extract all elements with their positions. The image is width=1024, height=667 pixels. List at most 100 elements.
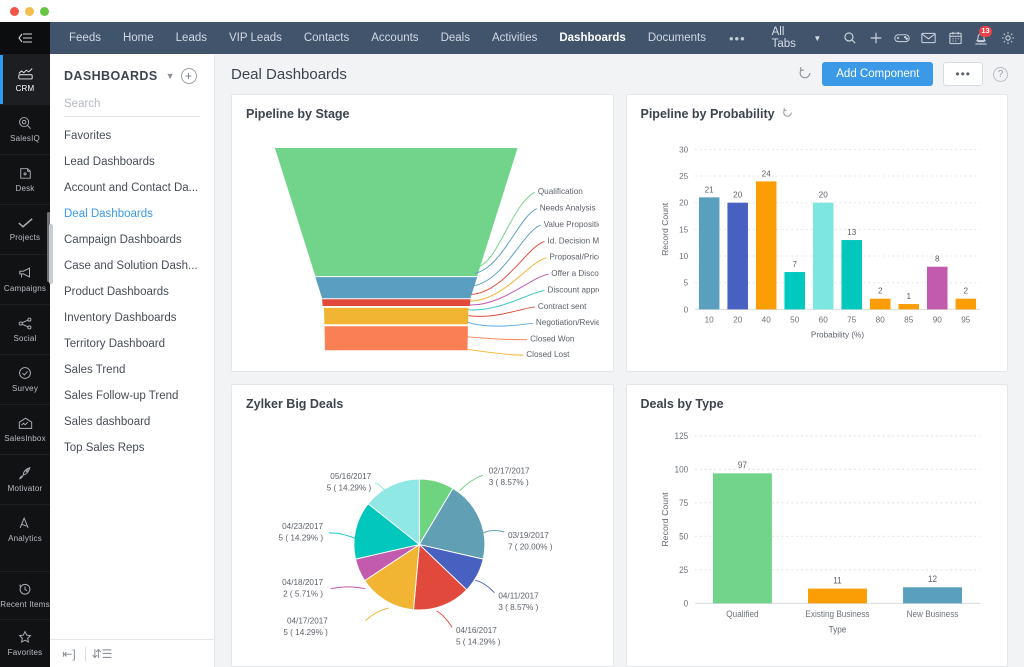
funnel-svg: Qualification Needs Analysis Value Proposi… [274,148,613,359]
bar-90[interactable] [926,266,948,310]
add-component-button[interactable]: Add Component [822,62,934,86]
survey-check-circle-icon [18,366,32,382]
sidebar-item-salesiq[interactable]: SalesIQ [0,104,50,154]
dashboard-list-scrollbar[interactable] [49,224,53,284]
gear-icon[interactable] [996,22,1020,54]
funnel-label-5: Offer a Discount [551,269,598,278]
sidebar-item-label: SalesIQ [10,134,40,143]
dashboard-item-top-sales-reps[interactable]: Top Sales Reps [50,435,214,461]
sort-list-icon[interactable]: ⇵☰ [89,647,115,661]
dashboard-item-product-dashboards[interactable]: Product Dashboards [50,279,214,305]
add-dashboard-button[interactable]: + [180,68,197,84]
search-icon[interactable] [837,22,861,54]
mail-icon[interactable] [917,22,941,54]
dashboard-item-favorites[interactable]: Favorites [50,123,214,149]
salesiq-icon [18,116,32,132]
card-title-text: Pipeline by Probability [640,107,775,121]
sidebar-item-motivator[interactable]: Motivator [0,454,50,504]
sidebar-item-analytics[interactable]: Analytics [0,504,50,554]
tab-home[interactable]: Home [112,22,165,54]
dashboard-canvas: Deal Dashboards Add Component ••• ? Pipe… [215,54,1024,667]
funnel-segment-needs-analysis[interactable] [315,277,478,299]
tab-vip-leads[interactable]: VIP Leads [218,22,293,54]
sidebar-item-favorites[interactable]: Favorites [0,619,50,667]
tab-dashboards[interactable]: Dashboards [548,22,636,54]
funnel-segment-closed-won[interactable] [324,326,468,351]
dashboard-item-sales-dashboard[interactable]: Sales dashboard [50,409,214,435]
more-options-button[interactable]: ••• [943,62,983,86]
all-tabs-dropdown[interactable]: All Tabs ▼ [758,26,836,50]
nav-more-button[interactable]: ••• [717,22,758,54]
y-tick-label: 50 [679,531,688,541]
sidebar-item-crm[interactable]: CRM [0,54,50,104]
dashboard-item-sales-trend[interactable]: Sales Trend [50,357,214,383]
y-tick-label: 25 [679,565,688,575]
card-title: Deals by Type [641,397,994,411]
sidebar-item-survey[interactable]: Survey [0,354,50,404]
window-maximize-button[interactable] [40,6,49,16]
gamepad-icon[interactable] [890,22,914,54]
sidebar-item-desk[interactable]: Desk [0,154,50,204]
dashboard-item-sales-follow-up-trend[interactable]: Sales Follow-up Trend [50,383,214,409]
sidebar-item-label: Desk [15,184,35,193]
funnel-segment-decision-makers[interactable] [322,299,471,306]
funnel-segment-qualification[interactable] [274,148,518,277]
bar-20[interactable] [726,202,748,310]
window-close-button[interactable] [10,6,19,16]
sidebar-item-campaigns[interactable]: Campaigns [0,254,50,304]
bar-qualified[interactable] [712,473,772,604]
pie-label-date: 03/19/2017 [508,531,549,540]
help-icon[interactable]: ? [993,66,1008,82]
bar-85[interactable] [897,304,919,310]
refresh-icon[interactable] [798,66,812,83]
bar-new-business[interactable] [902,587,962,604]
y-tick-label: 25 [679,171,688,181]
add-icon[interactable] [864,22,888,54]
chevron-down-icon[interactable]: ▼ [166,71,175,81]
sidebar-item-projects[interactable]: Projects [0,204,50,254]
search-input[interactable] [64,98,200,110]
bar-existing-business[interactable] [807,588,867,604]
bar-50[interactable] [783,272,805,310]
dashboard-item-inventory-dashboards[interactable]: Inventory Dashboards [50,305,214,331]
funnel-label-8: Negotiation/Review [536,318,599,327]
tab-accounts[interactable]: Accounts [360,22,429,54]
sidebar-item-label: Projects [9,233,41,242]
bar-95[interactable] [954,298,976,310]
bell-icon[interactable]: 13 [969,22,993,54]
calendar-icon[interactable] [943,22,967,54]
dashboard-item-case-and-solution-dash[interactable]: Case and Solution Dash... [50,253,214,279]
rail-collapse-button[interactable] [0,22,50,54]
funnel-label-9: Closed Won [530,335,575,344]
tab-documents[interactable]: Documents [637,22,717,54]
probability-bar-svg: 0 5 10 15 20 25 30 21 10 20 20 24 40 7 50 20 60 13 75 2 80 1 8… [660,144,980,340]
sidebar-item-label: SalesInbox [4,433,46,443]
tab-leads[interactable]: Leads [165,22,218,54]
dashboard-item-lead-dashboards[interactable]: Lead Dashboards [50,149,214,175]
bar-80[interactable] [869,298,891,310]
bar-75[interactable] [840,240,862,310]
sidebar-item-recent-items[interactable]: Recent Items [0,571,50,619]
dashboard-item-territory-dashboard[interactable]: Territory Dashboard [50,331,214,357]
sidebar-item-social[interactable]: Social [0,304,50,354]
tab-feeds[interactable]: Feeds [58,22,112,54]
bar-40[interactable] [755,181,776,310]
collapse-panel-icon[interactable]: ⇤] [56,647,82,661]
sidebar-item-salesinbox[interactable]: SalesInbox [0,404,50,454]
tab-deals[interactable]: Deals [430,22,481,54]
funnel-segment-proposal[interactable] [324,307,469,325]
dashboard-item-campaign-dashboards[interactable]: Campaign Dashboards [50,227,214,253]
tab-activities[interactable]: Activities [481,22,548,54]
bar-60[interactable] [812,202,833,310]
canvas-actions: Add Component ••• ? [798,62,1008,86]
window-minimize-button[interactable] [25,6,34,16]
sidebar-item-label: Motivator [7,484,43,493]
refresh-icon[interactable] [782,107,793,121]
page-title: Deal Dashboards [231,65,347,83]
bar-10[interactable] [698,197,719,310]
pie-label-date: 02/17/2017 [489,466,530,475]
pie-label-date: 04/23/2017 [282,522,323,531]
tab-contacts[interactable]: Contacts [293,22,360,54]
dashboard-item-deal-dashboards[interactable]: Deal Dashboards [50,201,214,227]
dashboard-item-account-and-contact-da[interactable]: Account and Contact Da... [50,175,214,201]
